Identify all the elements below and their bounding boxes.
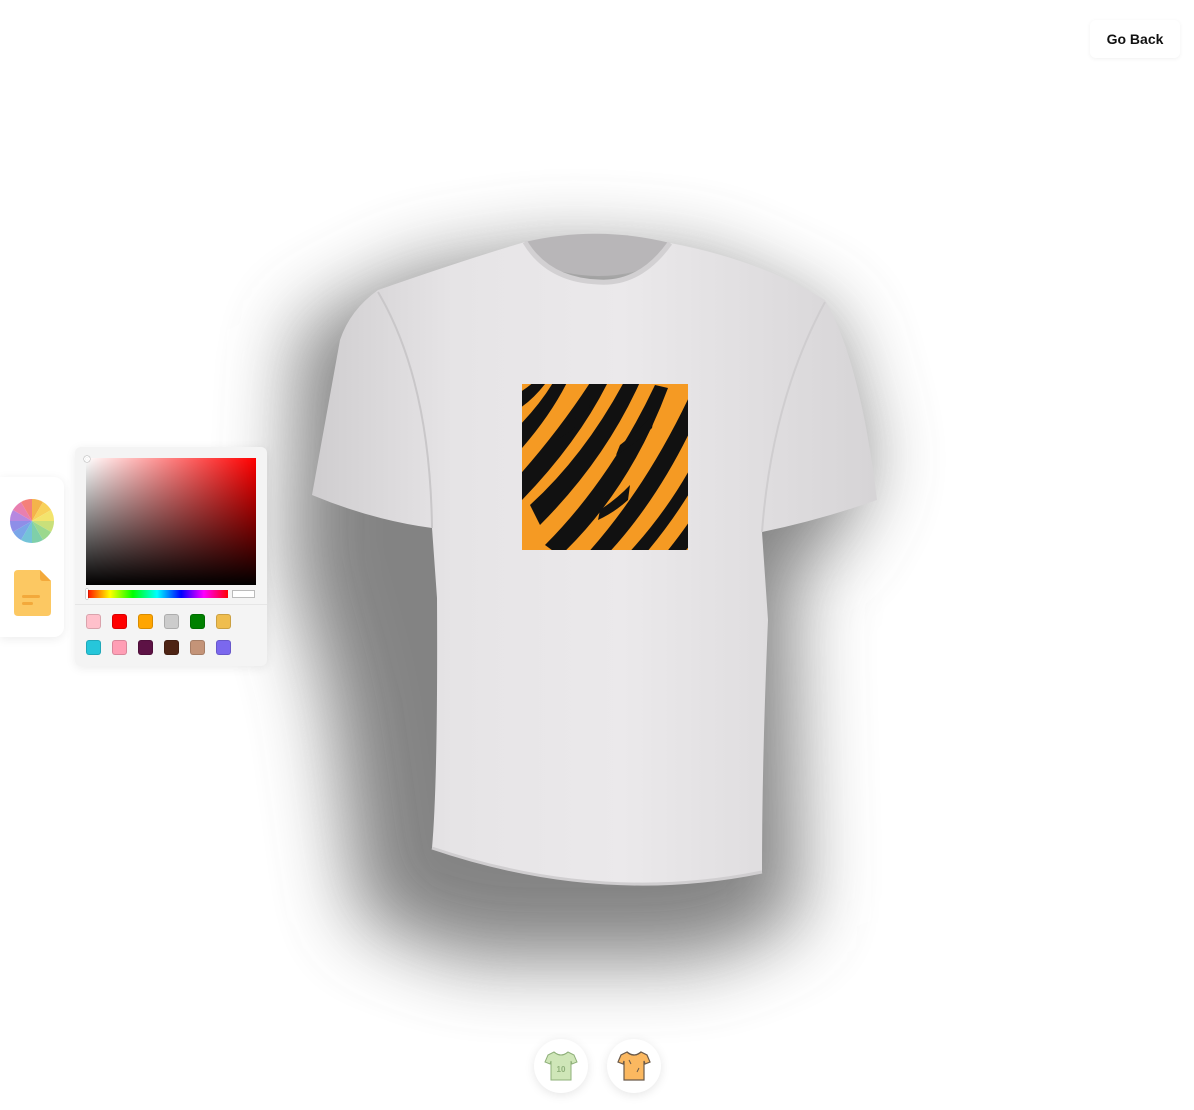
- color-swatch[interactable]: [112, 640, 127, 655]
- color-swatch[interactable]: [86, 640, 101, 655]
- color-swatch[interactable]: [112, 614, 127, 629]
- color-swatch[interactable]: [190, 640, 205, 655]
- hue-slider-handle[interactable]: [86, 589, 88, 599]
- file-picker-tab[interactable]: [9, 569, 55, 617]
- stylish-shirt-icon: [617, 1051, 651, 1081]
- file-icon: [14, 570, 51, 616]
- logo-shirt-tab[interactable]: 10: [534, 1039, 588, 1093]
- color-swatch[interactable]: [138, 640, 153, 655]
- saturation-cursor[interactable]: [84, 456, 90, 462]
- color-swatch[interactable]: [86, 614, 101, 629]
- color-swatch[interactable]: [216, 614, 231, 629]
- color-swatch[interactable]: [216, 640, 231, 655]
- editor-tabs: [0, 477, 64, 637]
- divider: [75, 604, 267, 605]
- tiger-stripe-decal[interactable]: [515, 370, 700, 560]
- customizer-canvas[interactable]: Go Back 10: [0, 0, 1194, 1110]
- color-swatch[interactable]: [190, 614, 205, 629]
- stylish-shirt-tab[interactable]: [607, 1039, 661, 1093]
- go-back-button[interactable]: Go Back: [1090, 20, 1180, 58]
- svg-text:10: 10: [557, 1065, 566, 1074]
- color-wheel-icon: [10, 499, 54, 543]
- color-swatch[interactable]: [164, 640, 179, 655]
- logo-shirt-icon: 10: [544, 1051, 578, 1081]
- color-picker-tab[interactable]: [9, 497, 55, 545]
- color-preview: [232, 590, 255, 598]
- hue-slider[interactable]: [86, 589, 228, 599]
- color-picker-panel: [75, 447, 267, 666]
- color-swatch[interactable]: [138, 614, 153, 629]
- color-swatch[interactable]: [164, 614, 179, 629]
- saturation-area[interactable]: [84, 456, 256, 585]
